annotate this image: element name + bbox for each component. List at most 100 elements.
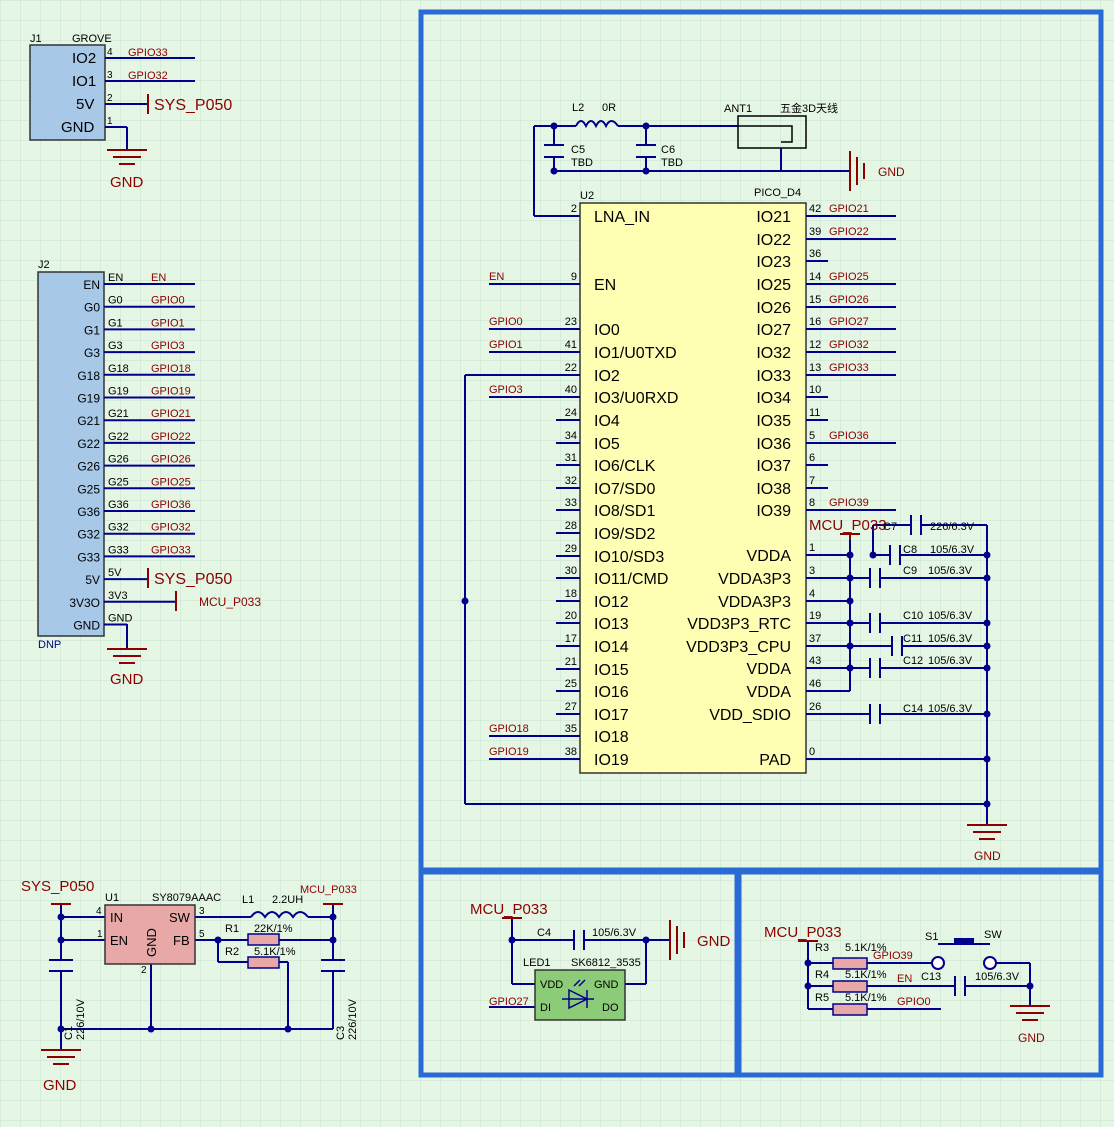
u2-left-pin-name: IO13 [594, 616, 629, 633]
pwr-out-net: MCU_P033 [300, 884, 357, 896]
c13-value: 105/6.3V [975, 971, 1020, 983]
u2-right-pin-num: 39 [809, 226, 821, 238]
j2-pin-num: GND [108, 613, 133, 625]
u2-right-pin-num: 12 [809, 339, 821, 351]
j2-pin-name: G33 [77, 550, 100, 564]
j2-footer: DNP [38, 639, 61, 651]
u2-gnd-label: GND [974, 849, 1001, 863]
j1-pin3-num: 3 [107, 70, 113, 81]
u2-right-pin-name: VDDA [747, 661, 792, 678]
u2-left-pin-num: 22 [565, 362, 577, 374]
j2-pin-name: G0 [84, 301, 100, 315]
j2-pin-name: GND [73, 619, 100, 633]
u2-right-pin-name: VDDA [747, 548, 792, 565]
u2-left-pin-num: 31 [565, 452, 577, 464]
u2-left-pin-name: IO15 [594, 662, 629, 679]
c11-ref: C11 [903, 633, 922, 645]
u2-right-pin-net: GPIO25 [829, 271, 869, 283]
u2-right-pin-net: GPIO32 [829, 339, 869, 351]
u2-right-pin-name: IO38 [756, 481, 791, 498]
u2-right-pin-name: IO37 [756, 458, 791, 475]
r1-value: 22K/1% [254, 923, 293, 935]
j2-gnd-label: GND [110, 671, 144, 688]
j2-pin-net: GPIO25 [151, 476, 191, 488]
j2-pin-num: G3 [108, 340, 123, 352]
j1-net-gpio32: GPIO32 [128, 70, 168, 82]
j2-pin-net: GPIO32 [151, 522, 191, 534]
u2-right-pin-num: 16 [809, 316, 821, 328]
u2-left-pin-name: IO17 [594, 707, 629, 724]
j2-pin-num: G26 [108, 454, 129, 466]
j2-pin-net: EN [151, 272, 166, 284]
switch-contact-left [931, 956, 945, 970]
u2-right-pin-name: IO39 [756, 503, 791, 520]
u2-right-pin-name: IO33 [756, 368, 791, 385]
u2-right-pin-name: IO21 [756, 209, 791, 226]
r5-net: GPIO0 [897, 996, 931, 1008]
u2-left-pin-num: 20 [565, 610, 577, 622]
s1-value: SW [984, 929, 1002, 941]
r4-ref: R4 [815, 969, 829, 981]
j1-pin2-name: 5V [76, 96, 94, 113]
led1-pin-do: DO [602, 1002, 619, 1014]
c9-value: 105/6.3V [928, 565, 973, 577]
j2-pin-num: G22 [108, 431, 129, 443]
u2-right-pin-num: 26 [809, 701, 821, 713]
led1-pin-vdd: VDD [540, 979, 563, 991]
u2-left-pin-num: 35 [565, 723, 577, 735]
j2-pin-net: GPIO18 [151, 363, 191, 375]
c6-ref: C6 [661, 144, 675, 156]
c7-ref: C7 [883, 521, 897, 533]
led1-ref: LED1 [523, 957, 551, 969]
u2-right-pin-net: GPIO27 [829, 316, 869, 328]
btn-supply-net: MCU_P033 [764, 924, 842, 941]
j2-pin-net: GPIO26 [151, 454, 191, 466]
c13-ref: C13 [921, 971, 941, 983]
u2-right-pin-num: 36 [809, 248, 821, 260]
u2-left-pin-net: EN [489, 271, 504, 283]
u2-left-pin-name: IO19 [594, 752, 629, 769]
u2-left-pin-name: IO12 [594, 594, 629, 611]
u2-right-pin-name: IO25 [756, 277, 791, 294]
u2-left-pin-num: 21 [565, 656, 577, 668]
u1-pin-fb-num: 5 [199, 929, 205, 940]
j2-pin-net: GPIO3 [151, 340, 185, 352]
j2-pin-num: G21 [108, 408, 129, 420]
j1-value: GROVE [72, 33, 112, 45]
c6-value: TBD [661, 157, 683, 169]
u2-right-pin-name: VDDA3P3 [718, 571, 791, 588]
r1-ref: R1 [225, 923, 239, 935]
j2-pin-net: GPIO19 [151, 386, 191, 398]
u2-right-pin-name: IO36 [756, 436, 791, 453]
j2-pin-num: G0 [108, 295, 123, 307]
u2-left-pin-num: 27 [565, 701, 577, 713]
j1-pin1-num: 1 [107, 116, 113, 127]
j2-pin-net: GPIO33 [151, 544, 191, 556]
u2-right-pin-num: 4 [809, 588, 815, 600]
j2-pin-name: G36 [77, 505, 100, 519]
j1-pin4-name: IO2 [72, 50, 96, 67]
u2-left-pin-net: GPIO3 [489, 384, 523, 396]
u2-right-pin-name: VDD3P3_CPU [686, 639, 791, 656]
c3-value: 226/10V [347, 998, 359, 1040]
u2-left-pin-name: IO8/SD1 [594, 503, 655, 520]
u2-right-pin-name: VDDA [747, 684, 792, 701]
j1-ref: J1 [30, 33, 42, 45]
j1-pin3-name: IO1 [72, 73, 96, 90]
j2-pin-name: 3V3O [69, 596, 100, 610]
j2-pin-net: GPIO0 [151, 295, 185, 307]
u2-left-pin-num: 30 [565, 565, 577, 577]
u2-left-pin-name: IO1/U0TXD [594, 345, 677, 362]
led1-pin-gnd: GND [594, 979, 619, 991]
ant1-ref: ANT1 [724, 103, 752, 115]
c9-ref: C9 [903, 565, 917, 577]
u2-right-pin-name: VDD_SDIO [709, 707, 791, 724]
j2-pin-name: G26 [77, 460, 100, 474]
u1-pin-in: IN [110, 910, 123, 925]
j2-pin-num: EN [108, 272, 123, 284]
u2-left-pin-net: GPIO1 [489, 339, 523, 351]
c7-value: 226/6.3V [930, 521, 975, 533]
j2-pin-num: G19 [108, 386, 129, 398]
j2-pin-name: G18 [77, 369, 100, 383]
u2-left-pin-num: 17 [565, 633, 577, 645]
